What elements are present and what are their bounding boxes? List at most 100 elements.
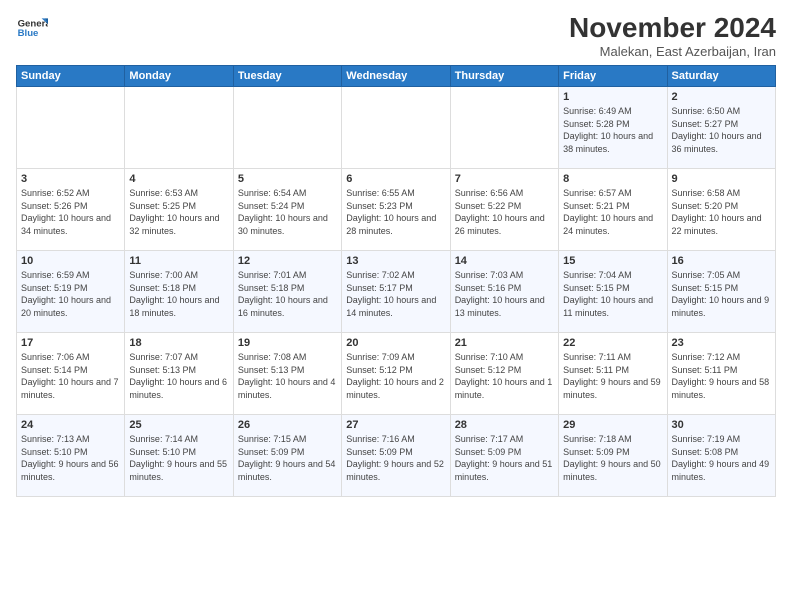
cell-info: Sunrise: 6:49 AM Sunset: 5:28 PM Dayligh… xyxy=(563,105,662,155)
cell-3-6: 23Sunrise: 7:12 AM Sunset: 5:11 PM Dayli… xyxy=(667,333,775,415)
cell-info: Sunrise: 7:08 AM Sunset: 5:13 PM Dayligh… xyxy=(238,351,337,401)
cell-1-6: 9 Sunrise: 6:58 AM Sunset: 5:20 PM Daylig… xyxy=(667,169,775,251)
cell-info: Sunrise: 6:57 AM Sunset: 5:21 PM Dayligh… xyxy=(563,187,662,237)
day-number: 27 xyxy=(346,419,445,431)
cell-info: Sunrise: 7:01 AM Sunset: 5:18 PM Dayligh… xyxy=(238,269,337,319)
cell-2-5: 15Sunrise: 7:04 AM Sunset: 5:15 PM Dayli… xyxy=(559,251,667,333)
cell-info: Sunrise: 7:00 AM Sunset: 5:18 PM Dayligh… xyxy=(129,269,228,319)
svg-text:Blue: Blue xyxy=(18,28,39,39)
cell-0-6: 2 Sunrise: 6:50 AM Sunset: 5:27 PM Daylig… xyxy=(667,87,775,169)
day-number: 2 xyxy=(672,91,771,103)
day-number: 1 xyxy=(563,91,662,103)
cell-info: Sunrise: 7:06 AM Sunset: 5:14 PM Dayligh… xyxy=(21,351,120,401)
cell-2-3: 13 Sunrise: 7:02 AM Sunset: 5:17 PM Dayli… xyxy=(342,251,450,333)
week-row-2: 10 Sunrise: 6:59 AM Sunset: 5:19 PM Dayli… xyxy=(17,251,776,333)
day-number: 12 xyxy=(238,255,337,267)
cell-info: Sunrise: 6:50 AM Sunset: 5:27 PM Dayligh… xyxy=(672,105,771,155)
day-number: 30 xyxy=(672,419,771,431)
day-number: 29 xyxy=(563,419,662,431)
week-row-3: 17 Sunrise: 7:06 AM Sunset: 5:14 PM Dayli… xyxy=(17,333,776,415)
cell-info: Sunrise: 7:05 AM Sunset: 5:15 PM Dayligh… xyxy=(672,269,771,319)
cell-info: Sunrise: 7:19 AM Sunset: 5:08 PM Dayligh… xyxy=(672,433,771,483)
cell-2-2: 12 Sunrise: 7:01 AM Sunset: 5:18 PM Dayli… xyxy=(233,251,341,333)
header-saturday: Saturday xyxy=(667,66,775,87)
cell-info: Sunrise: 6:58 AM Sunset: 5:20 PM Dayligh… xyxy=(672,187,771,237)
cell-0-1 xyxy=(125,87,233,169)
cell-1-3: 6 Sunrise: 6:55 AM Sunset: 5:23 PM Daylig… xyxy=(342,169,450,251)
logo-icon: General Blue xyxy=(16,12,48,44)
cell-0-5: 1 Sunrise: 6:49 AM Sunset: 5:28 PM Daylig… xyxy=(559,87,667,169)
header-wednesday: Wednesday xyxy=(342,66,450,87)
day-number: 25 xyxy=(129,419,228,431)
cell-2-4: 14 Sunrise: 7:03 AM Sunset: 5:16 PM Dayli… xyxy=(450,251,558,333)
cell-info: Sunrise: 7:14 AM Sunset: 5:10 PM Dayligh… xyxy=(129,433,228,483)
day-number: 19 xyxy=(238,337,337,349)
day-number: 22 xyxy=(563,337,662,349)
cell-info: Sunrise: 7:03 AM Sunset: 5:16 PM Dayligh… xyxy=(455,269,554,319)
day-number: 4 xyxy=(129,173,228,185)
cell-2-0: 10 Sunrise: 6:59 AM Sunset: 5:19 PM Dayli… xyxy=(17,251,125,333)
header-row: SundayMondayTuesdayWednesdayThursdayFrid… xyxy=(17,66,776,87)
cell-2-6: 16 Sunrise: 7:05 AM Sunset: 5:15 PM Dayli… xyxy=(667,251,775,333)
day-number: 15 xyxy=(563,255,662,267)
cell-info: Sunrise: 7:16 AM Sunset: 5:09 PM Dayligh… xyxy=(346,433,445,483)
day-number: 11 xyxy=(129,255,228,267)
cell-3-3: 20 Sunrise: 7:09 AM Sunset: 5:12 PM Dayli… xyxy=(342,333,450,415)
header-friday: Friday xyxy=(559,66,667,87)
cell-info: Sunrise: 6:53 AM Sunset: 5:25 PM Dayligh… xyxy=(129,187,228,237)
cell-0-4 xyxy=(450,87,558,169)
cell-4-3: 27 Sunrise: 7:16 AM Sunset: 5:09 PM Dayli… xyxy=(342,415,450,497)
cell-info: Sunrise: 7:10 AM Sunset: 5:12 PM Dayligh… xyxy=(455,351,554,401)
cell-4-2: 26Sunrise: 7:15 AM Sunset: 5:09 PM Dayli… xyxy=(233,415,341,497)
cell-info: Sunrise: 6:55 AM Sunset: 5:23 PM Dayligh… xyxy=(346,187,445,237)
day-number: 3 xyxy=(21,173,120,185)
calendar-table: SundayMondayTuesdayWednesdayThursdayFrid… xyxy=(16,65,776,497)
day-number: 6 xyxy=(346,173,445,185)
cell-1-4: 7Sunrise: 6:56 AM Sunset: 5:22 PM Daylig… xyxy=(450,169,558,251)
cell-info: Sunrise: 6:59 AM Sunset: 5:19 PM Dayligh… xyxy=(21,269,120,319)
cell-4-5: 29Sunrise: 7:18 AM Sunset: 5:09 PM Dayli… xyxy=(559,415,667,497)
header-tuesday: Tuesday xyxy=(233,66,341,87)
day-number: 26 xyxy=(238,419,337,431)
cell-0-3 xyxy=(342,87,450,169)
day-number: 16 xyxy=(672,255,771,267)
cell-4-6: 30 Sunrise: 7:19 AM Sunset: 5:08 PM Dayli… xyxy=(667,415,775,497)
day-number: 17 xyxy=(21,337,120,349)
day-number: 24 xyxy=(21,419,120,431)
header-thursday: Thursday xyxy=(450,66,558,87)
cell-info: Sunrise: 6:52 AM Sunset: 5:26 PM Dayligh… xyxy=(21,187,120,237)
day-number: 10 xyxy=(21,255,120,267)
day-number: 5 xyxy=(238,173,337,185)
day-number: 20 xyxy=(346,337,445,349)
cell-info: Sunrise: 7:12 AM Sunset: 5:11 PM Dayligh… xyxy=(672,351,771,401)
title-block: November 2024 Malekan, East Azerbaijan, … xyxy=(569,12,776,59)
header-sunday: Sunday xyxy=(17,66,125,87)
cell-1-1: 4 Sunrise: 6:53 AM Sunset: 5:25 PM Daylig… xyxy=(125,169,233,251)
day-number: 28 xyxy=(455,419,554,431)
cell-2-1: 11 Sunrise: 7:00 AM Sunset: 5:18 PM Dayli… xyxy=(125,251,233,333)
cell-info: Sunrise: 7:02 AM Sunset: 5:17 PM Dayligh… xyxy=(346,269,445,319)
day-number: 21 xyxy=(455,337,554,349)
cell-3-2: 19 Sunrise: 7:08 AM Sunset: 5:13 PM Dayli… xyxy=(233,333,341,415)
cell-4-4: 28 Sunrise: 7:17 AM Sunset: 5:09 PM Dayli… xyxy=(450,415,558,497)
day-number: 18 xyxy=(129,337,228,349)
calendar-body: 1 Sunrise: 6:49 AM Sunset: 5:28 PM Daylig… xyxy=(17,87,776,497)
cell-0-0 xyxy=(17,87,125,169)
week-row-0: 1 Sunrise: 6:49 AM Sunset: 5:28 PM Daylig… xyxy=(17,87,776,169)
day-number: 8 xyxy=(563,173,662,185)
main-title: November 2024 xyxy=(569,12,776,44)
week-row-4: 24 Sunrise: 7:13 AM Sunset: 5:10 PM Dayli… xyxy=(17,415,776,497)
cell-info: Sunrise: 7:13 AM Sunset: 5:10 PM Dayligh… xyxy=(21,433,120,483)
day-number: 9 xyxy=(672,173,771,185)
cell-info: Sunrise: 7:07 AM Sunset: 5:13 PM Dayligh… xyxy=(129,351,228,401)
cell-3-0: 17 Sunrise: 7:06 AM Sunset: 5:14 PM Dayli… xyxy=(17,333,125,415)
cell-info: Sunrise: 7:17 AM Sunset: 5:09 PM Dayligh… xyxy=(455,433,554,483)
cell-4-1: 25 Sunrise: 7:14 AM Sunset: 5:10 PM Dayli… xyxy=(125,415,233,497)
cell-3-5: 22 Sunrise: 7:11 AM Sunset: 5:11 PM Dayli… xyxy=(559,333,667,415)
cell-info: Sunrise: 7:09 AM Sunset: 5:12 PM Dayligh… xyxy=(346,351,445,401)
cell-info: Sunrise: 7:11 AM Sunset: 5:11 PM Dayligh… xyxy=(563,351,662,401)
day-number: 13 xyxy=(346,255,445,267)
day-number: 14 xyxy=(455,255,554,267)
page: General Blue November 2024 Malekan, East… xyxy=(0,0,792,612)
logo: General Blue xyxy=(16,12,48,44)
